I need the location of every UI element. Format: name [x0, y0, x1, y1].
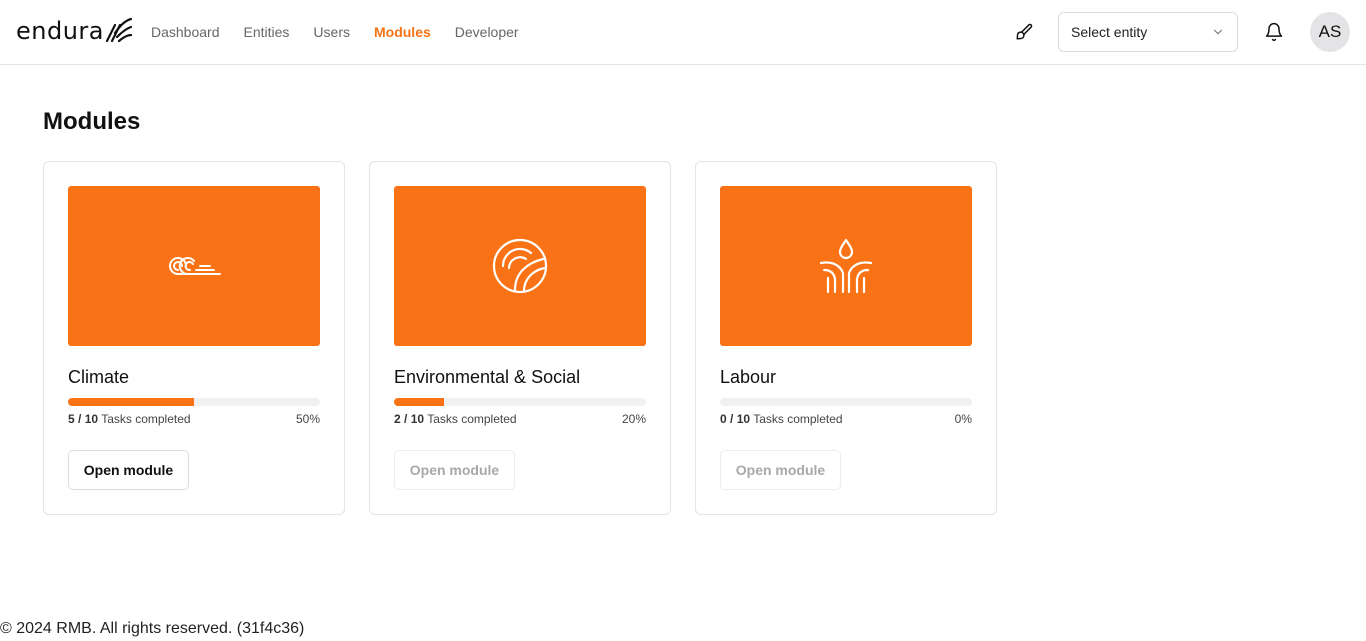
tasks-total-count: 10 — [410, 412, 425, 426]
tasks-completed-count: 0 — [720, 412, 727, 426]
tasks-completed-suffix: Tasks completed — [753, 412, 843, 426]
module-title: Environmental & Social — [394, 367, 581, 387]
module-banner — [68, 186, 320, 346]
progress-fill — [394, 398, 445, 406]
theme-brush-button[interactable] — [1012, 20, 1036, 44]
top-header: endura Dashboard Entities Users Modules … — [0, 0, 1366, 65]
nav-dashboard[interactable]: Dashboard — [151, 24, 220, 40]
progress-percent: 50% — [295, 412, 320, 426]
tasks-completed-text: 0 / 10 Tasks completed — [720, 412, 843, 426]
wind-icon — [169, 257, 221, 276]
module-card-climate: Climate 5 / 10 Tasks completed 50% Open … — [43, 161, 345, 515]
module-card-labour: Labour 0 / 10 Tasks completed 0% Open mo… — [695, 161, 997, 515]
page-title: Modules — [43, 108, 141, 135]
main-nav: Dashboard Entities Users Modules Develop… — [151, 0, 519, 64]
tasks-completed-text: 5 / 10 Tasks completed — [68, 412, 191, 426]
module-card-environmental-social: Environmental & Social 2 / 10 Tasks comp… — [369, 161, 671, 515]
module-banner — [720, 186, 972, 346]
open-module-button[interactable]: Open module — [68, 450, 189, 490]
progress-track — [394, 398, 646, 406]
module-title: Climate — [68, 367, 130, 387]
notifications-button[interactable] — [1262, 20, 1286, 44]
nav-modules[interactable]: Modules — [374, 24, 431, 40]
leaf-globe-icon — [492, 238, 548, 294]
tasks-completed-suffix: Tasks completed — [427, 412, 517, 426]
avatar-initials: AS — [1318, 22, 1342, 41]
progress-fill — [68, 398, 194, 406]
progress-track — [68, 398, 320, 406]
hands-droplet-icon — [819, 238, 873, 294]
nav-users[interactable]: Users — [313, 24, 350, 40]
footer-copyright: © 2024 RMB. All rights reserved. (31f4c3… — [0, 620, 305, 637]
progress-percent: 20% — [621, 412, 646, 426]
progress-percent: 0% — [954, 412, 972, 426]
tasks-completed-count: 5 — [68, 412, 75, 426]
entity-select[interactable]: Select entity — [1058, 12, 1238, 52]
nav-entities[interactable]: Entities — [244, 24, 290, 40]
tasks-total-count: 10 — [736, 412, 751, 426]
paintbrush-icon — [1016, 23, 1033, 40]
open-module-button[interactable]: Open module — [394, 450, 515, 490]
endura-logo[interactable]: endura — [16, 14, 133, 48]
tasks-completed-text: 2 / 10 Tasks completed — [394, 412, 517, 426]
tasks-completed-suffix: Tasks completed — [101, 412, 191, 426]
nav-developer[interactable]: Developer — [455, 24, 519, 40]
bell-icon — [1265, 22, 1283, 42]
tasks-total-count: 10 — [84, 412, 99, 426]
progress-track — [720, 398, 972, 406]
open-module-button[interactable]: Open module — [720, 450, 841, 490]
chevron-down-icon — [1213, 29, 1223, 35]
logo-text: endura — [16, 17, 104, 45]
module-banner — [394, 186, 646, 346]
module-title: Labour — [720, 367, 777, 387]
logo-mark-icon — [105, 17, 133, 43]
entity-select-label: Select entity — [1071, 24, 1148, 40]
user-avatar[interactable]: AS — [1310, 12, 1350, 52]
tasks-completed-count: 2 — [394, 412, 401, 426]
